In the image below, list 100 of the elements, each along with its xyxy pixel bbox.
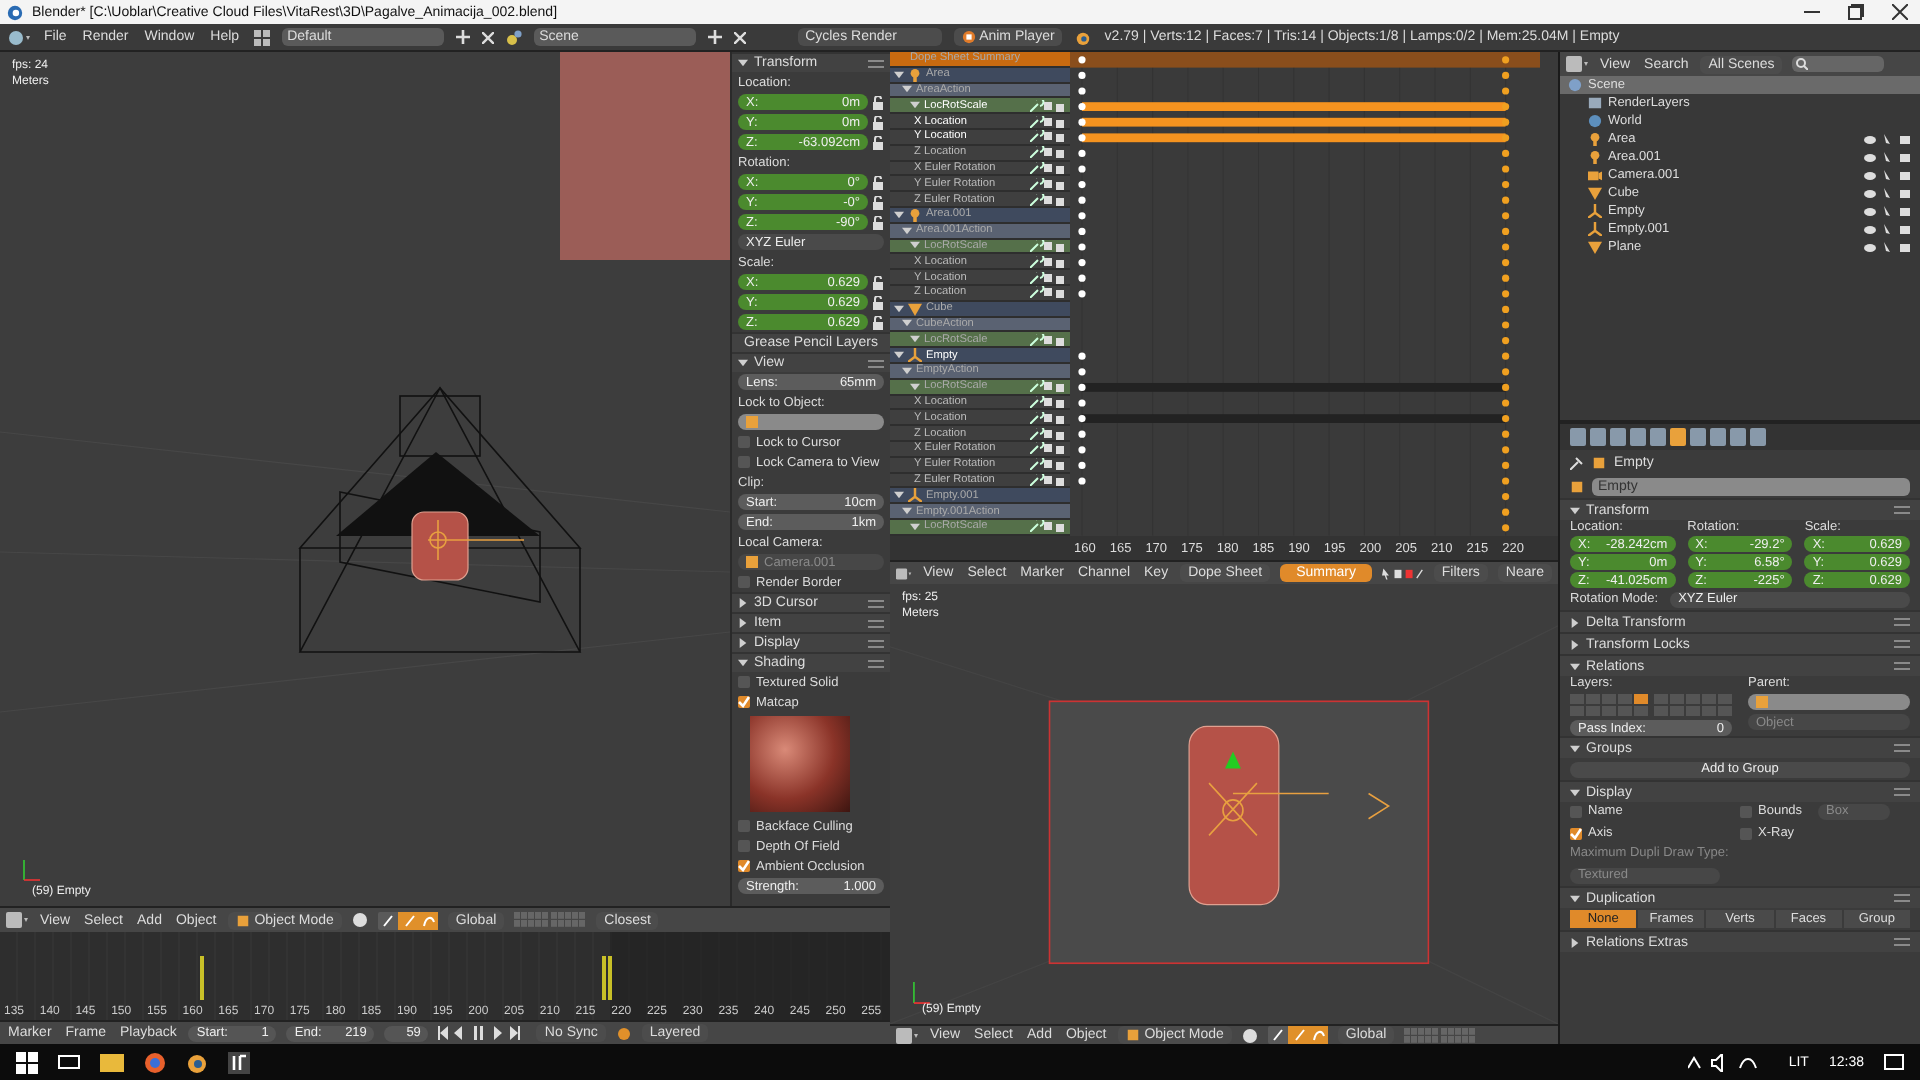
keyframe-marker[interactable]	[1502, 305, 1510, 313]
keyframe-marker[interactable]	[1078, 165, 1086, 173]
editor-type-icon[interactable]	[896, 565, 912, 581]
disclosure-triangle-icon[interactable]	[738, 58, 748, 68]
keyframe-marker[interactable]	[1502, 103, 1510, 111]
keyframe-marker[interactable]	[1502, 383, 1510, 391]
keyframe-marker[interactable]	[1078, 243, 1086, 251]
keyframe-marker[interactable]	[1078, 103, 1086, 111]
keyframe-marker[interactable]	[1078, 56, 1086, 64]
lock-icon[interactable]	[872, 215, 884, 229]
app-icon[interactable]	[228, 1051, 250, 1073]
object-field[interactable]	[738, 414, 884, 430]
checkbox[interactable]	[738, 576, 750, 588]
keyframe-marker[interactable]	[1078, 134, 1086, 142]
keyframe-marker[interactable]	[1078, 118, 1086, 126]
disclosure-triangle-icon[interactable]	[1570, 893, 1580, 903]
properties-tabs-icon[interactable]	[1570, 428, 1770, 446]
lock-icon[interactable]	[872, 95, 884, 109]
record-icon[interactable]	[615, 1025, 632, 1041]
keyframe-marker[interactable]	[1502, 446, 1510, 454]
drag-handle-icon[interactable]	[868, 639, 884, 647]
drag-handle-icon[interactable]	[1894, 618, 1910, 626]
checkbox[interactable]	[738, 676, 750, 688]
keyframe-marker[interactable]	[1502, 165, 1510, 173]
keyframe-marker[interactable]	[1502, 259, 1510, 267]
add-icon[interactable]	[707, 30, 722, 44]
lock-icon[interactable]	[872, 135, 884, 149]
keyframe-marker[interactable]	[1502, 212, 1510, 220]
lock-icon[interactable]	[872, 315, 884, 329]
drag-handle-icon[interactable]	[868, 619, 884, 627]
keyframe-marker[interactable]	[1078, 399, 1086, 407]
checkbox[interactable]	[1740, 827, 1752, 839]
visibility-toggles-icon[interactable]	[1864, 187, 1912, 199]
keyframe-marker[interactable]	[1078, 149, 1086, 157]
visibility-toggles-icon[interactable]	[1864, 205, 1912, 217]
parent-field[interactable]	[1748, 694, 1910, 710]
matcap-sphere-preview[interactable]	[750, 716, 850, 812]
keyframe-marker[interactable]	[1078, 477, 1086, 485]
lock-icon[interactable]	[872, 115, 884, 129]
disclosure-triangle-icon[interactable]	[738, 618, 748, 628]
drag-handle-icon[interactable]	[1894, 506, 1910, 514]
disclosure-triangle-icon[interactable]	[1570, 617, 1580, 627]
checkbox[interactable]	[738, 860, 750, 872]
checkbox[interactable]	[1570, 827, 1582, 839]
keyframe-marker[interactable]	[1502, 352, 1510, 360]
keyframe-marker[interactable]	[1078, 383, 1086, 391]
editor-type-icon[interactable]	[1566, 56, 1588, 72]
keyframe-marker[interactable]	[1502, 508, 1510, 516]
blender-logo-icon[interactable]	[186, 1051, 208, 1073]
drag-handle-icon[interactable]	[1894, 938, 1910, 946]
keyframe-marker[interactable]	[1078, 368, 1086, 376]
checkbox[interactable]	[1740, 805, 1752, 817]
keyframe-marker[interactable]	[1502, 134, 1510, 142]
add-icon[interactable]	[455, 30, 470, 44]
shading-sphere-icon[interactable]	[1241, 1027, 1258, 1043]
visibility-toggles-icon[interactable]	[1864, 151, 1912, 163]
keyframe-marker[interactable]	[1078, 461, 1086, 469]
keyframe-marker[interactable]	[1078, 415, 1086, 423]
keyframe-marker[interactable]	[1078, 259, 1086, 267]
drag-handle-icon[interactable]	[1894, 640, 1910, 648]
keyframe-marker[interactable]	[1078, 87, 1086, 95]
drag-handle-icon[interactable]	[1894, 662, 1910, 670]
keyframe-marker[interactable]	[1078, 290, 1086, 298]
lock-icon[interactable]	[872, 175, 884, 189]
checkbox[interactable]	[1570, 805, 1582, 817]
restore-icon[interactable]	[1848, 4, 1864, 20]
disclosure-triangle-icon[interactable]	[1570, 505, 1580, 515]
manipulator-icon[interactable]	[1267, 1026, 1328, 1044]
disclosure-triangle-icon[interactable]	[1570, 639, 1580, 649]
drag-handle-icon[interactable]	[868, 359, 884, 367]
notifications-icon[interactable]	[1884, 1053, 1904, 1071]
checkbox[interactable]	[738, 840, 750, 852]
keyframe-marker[interactable]	[1502, 56, 1510, 64]
editor-type-icon[interactable]	[896, 1027, 918, 1043]
disclosure-triangle-icon[interactable]	[738, 638, 748, 648]
keyframe-marker[interactable]	[1078, 430, 1086, 438]
keyframe-marker[interactable]	[1502, 87, 1510, 95]
windows-start-icon[interactable]	[16, 1051, 38, 1073]
keyframe-marker[interactable]	[1502, 337, 1510, 345]
checkbox[interactable]	[738, 820, 750, 832]
visibility-toggles-icon[interactable]	[1864, 133, 1912, 145]
keyframe-marker[interactable]	[1502, 274, 1510, 282]
editor-type-icon[interactable]	[6, 912, 28, 928]
disclosure-triangle-icon[interactable]	[738, 598, 748, 608]
visibility-toggles-icon[interactable]	[1864, 241, 1912, 253]
drag-handle-icon[interactable]	[1894, 788, 1910, 796]
keyframe-marker[interactable]	[1502, 430, 1510, 438]
folder-icon[interactable]	[100, 1052, 124, 1072]
filter-toggles-icon[interactable]	[1382, 565, 1424, 581]
shading-sphere-icon[interactable]	[351, 912, 368, 928]
keyframe-marker[interactable]	[1502, 461, 1510, 469]
close-icon[interactable]	[1892, 4, 1908, 20]
drag-handle-icon[interactable]	[1894, 744, 1910, 752]
keyframe-marker[interactable]	[1502, 243, 1510, 251]
drag-handle-icon[interactable]	[1894, 894, 1910, 902]
keyframe-marker[interactable]	[1502, 368, 1510, 376]
manipulator-icon[interactable]	[377, 911, 438, 929]
disclosure-triangle-icon[interactable]	[1570, 937, 1580, 947]
info-icon[interactable]	[8, 29, 30, 45]
keyframe-marker[interactable]	[1078, 212, 1086, 220]
